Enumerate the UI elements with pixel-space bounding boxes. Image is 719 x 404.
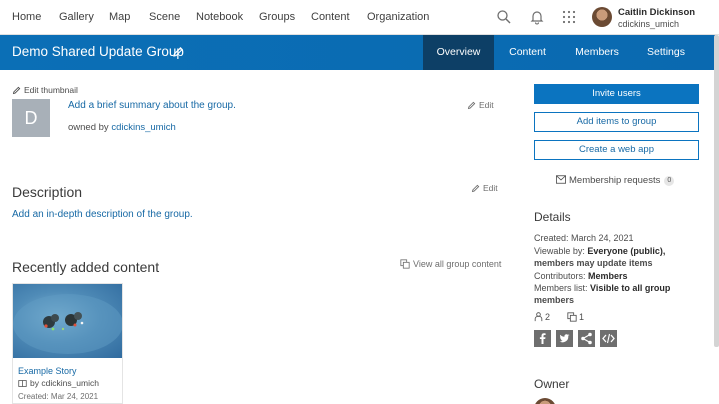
add-description-link[interactable]: Add an in-depth description of the group…: [12, 209, 193, 220]
membership-count-badge: 0: [664, 176, 675, 186]
details-members-list: Members list: Visible to all group: [534, 283, 670, 293]
content-card-title[interactable]: Example Story: [18, 366, 77, 376]
details-heading: Details: [534, 210, 571, 224]
edit-thumbnail-link[interactable]: Edit thumbnail: [12, 85, 78, 95]
invite-users-button[interactable]: Invite users: [534, 84, 699, 104]
description-heading: Description: [12, 184, 83, 200]
members-list-value-2: members: [534, 295, 575, 305]
top-navigation: Home Gallery Map Scene Notebook Groups C…: [0, 0, 719, 35]
user-name[interactable]: Caitlin Dickinson: [618, 7, 695, 18]
details-created: Created: March 24, 2021: [534, 233, 634, 243]
view-all-content-link[interactable]: View all group content: [400, 259, 501, 269]
viewable-label: Viewable by:: [534, 246, 585, 256]
envelope-icon: [556, 175, 566, 184]
group-thumbnail[interactable]: D: [12, 99, 50, 137]
edit-label: Edit: [483, 183, 498, 193]
nav-notebook[interactable]: Notebook: [196, 11, 243, 23]
twitter-icon[interactable]: [556, 330, 573, 347]
item-count: 1: [579, 312, 585, 322]
nav-home[interactable]: Home: [12, 11, 41, 23]
edit-summary-button[interactable]: Edit: [467, 100, 494, 110]
membership-requests-label: Membership requests: [569, 175, 661, 186]
nav-content[interactable]: Content: [311, 11, 350, 23]
group-stats: 2 1: [534, 312, 584, 322]
membership-requests-link[interactable]: Membership requests 0: [556, 175, 675, 186]
viewable-value-2: members may update items: [534, 258, 653, 268]
nav-map[interactable]: Map: [109, 11, 130, 23]
user-id[interactable]: cdickins_umich: [618, 19, 679, 29]
tab-overview[interactable]: Overview: [423, 35, 494, 70]
members-icon: [534, 312, 543, 322]
nav-scene[interactable]: Scene: [149, 11, 180, 23]
owned-by: owned by cdickins_umich: [68, 122, 176, 133]
search-icon[interactable]: [496, 9, 512, 25]
tab-members[interactable]: Members: [561, 35, 633, 70]
content-card-by: by cdickins_umich: [30, 378, 99, 388]
members-list-value: Visible to all group: [590, 283, 671, 293]
create-web-app-button[interactable]: Create a web app: [534, 140, 699, 160]
pencil-icon: [471, 184, 480, 193]
items-icon: [567, 312, 577, 322]
content-stack-icon: [400, 259, 410, 269]
recent-content-heading: Recently added content: [12, 259, 160, 275]
details-viewable: Viewable by: Everyone (public),: [534, 246, 665, 256]
contributors-label: Contributors:: [534, 271, 586, 281]
story-type-icon: [18, 380, 27, 387]
pencil-icon: [12, 86, 21, 95]
story-thumbnail-image[interactable]: [13, 284, 122, 358]
share-icon[interactable]: [578, 330, 595, 347]
owned-by-label: owned by: [68, 122, 109, 133]
group-title: Demo Shared Update Group: [12, 44, 184, 59]
content-card[interactable]: Example Story by cdickins_umich Created:…: [12, 283, 123, 404]
members-list-label: Members list:: [534, 283, 588, 293]
edit-label: Edit: [479, 100, 494, 110]
add-items-button[interactable]: Add items to group: [534, 112, 699, 132]
content-card-owner: by cdickins_umich: [18, 378, 99, 388]
embed-icon[interactable]: [600, 330, 617, 347]
facebook-icon[interactable]: [534, 330, 551, 347]
page-scrollbar[interactable]: [714, 35, 719, 347]
owner-heading: Owner: [534, 377, 570, 391]
edit-description-button[interactable]: Edit: [471, 183, 498, 193]
owner-avatar[interactable]: [534, 398, 556, 404]
owner-link[interactable]: cdickins_umich: [111, 122, 175, 133]
tab-content[interactable]: Content: [494, 35, 561, 70]
pencil-icon: [467, 101, 476, 110]
app-launcher-icon[interactable]: [561, 9, 577, 25]
bell-icon[interactable]: [529, 9, 545, 25]
edit-title-pencil-icon[interactable]: [172, 46, 184, 58]
user-avatar[interactable]: [592, 7, 612, 27]
contributors-value: Members: [588, 271, 628, 281]
group-header: Demo Shared Update Group Overview Conten…: [0, 35, 715, 70]
add-summary-link[interactable]: Add a brief summary about the group.: [68, 100, 236, 111]
viewable-value: Everyone (public),: [587, 246, 666, 256]
member-count: 2: [545, 312, 551, 322]
content-card-created: Created: Mar 24, 2021: [18, 392, 99, 401]
details-contributors: Contributors: Members: [534, 271, 628, 281]
nav-groups[interactable]: Groups: [259, 11, 295, 23]
view-all-label: View all group content: [413, 259, 502, 269]
nav-organization[interactable]: Organization: [367, 11, 429, 23]
edit-thumbnail-label: Edit thumbnail: [24, 85, 78, 95]
nav-gallery[interactable]: Gallery: [59, 11, 94, 23]
tab-settings[interactable]: Settings: [633, 35, 699, 70]
